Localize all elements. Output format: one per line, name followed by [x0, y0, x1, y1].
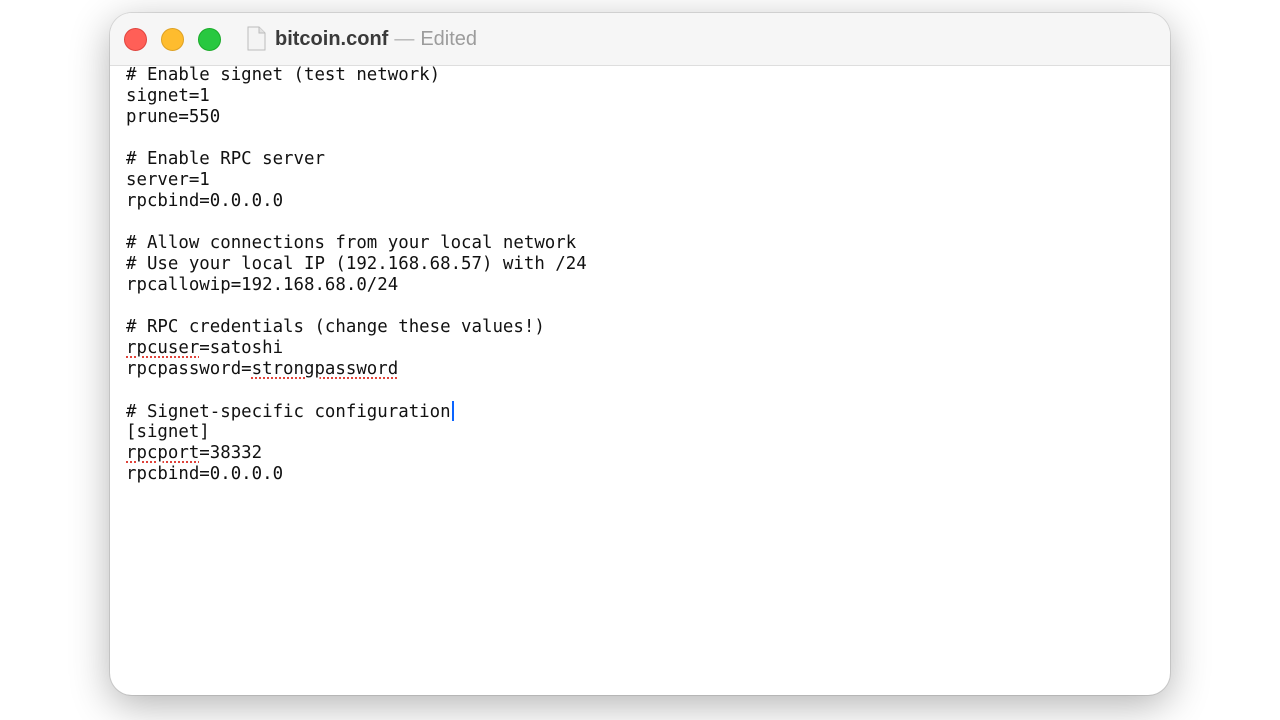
- editor-line[interactable]: # RPC credentials (change these values!): [126, 317, 1170, 338]
- empty-line[interactable]: [126, 380, 1170, 401]
- line-text: # Signet-specific configuration: [126, 402, 451, 422]
- editor-line[interactable]: # Use your local IP (192.168.68.57) with…: [126, 254, 1170, 275]
- title-separator: —: [394, 28, 415, 50]
- misspelled-word[interactable]: rpcport: [126, 443, 199, 463]
- edit-status: Edited: [420, 28, 478, 50]
- minimize-icon[interactable]: [161, 28, 184, 51]
- close-icon[interactable]: [124, 28, 147, 51]
- editor-line[interactable]: rpcbind=0.0.0.0: [126, 464, 1170, 485]
- zoom-icon[interactable]: [198, 28, 221, 51]
- line-text: =satoshi: [199, 338, 284, 358]
- window-title: bitcoin.conf — Edited: [275, 27, 477, 51]
- textedit-window: bitcoin.conf — Edited # Enable signet (tes…: [110, 13, 1170, 695]
- empty-line[interactable]: [126, 212, 1170, 233]
- text-caret: [451, 401, 454, 421]
- editor-line[interactable]: rpcallowip=192.168.68.0/24: [126, 275, 1170, 296]
- editor-line[interactable]: prune=550: [126, 107, 1170, 128]
- editor-line[interactable]: # Enable signet (test network): [126, 65, 1170, 86]
- empty-line[interactable]: [126, 296, 1170, 317]
- editor-line[interactable]: # Allow connections from your local netw…: [126, 233, 1170, 254]
- editor-line-rpcport[interactable]: rpcport=38332: [126, 443, 1170, 464]
- file-name: bitcoin.conf: [275, 28, 389, 50]
- document-icon[interactable]: [246, 26, 266, 51]
- editor-line[interactable]: [signet]: [126, 422, 1170, 443]
- editor-line-rpcpassword[interactable]: rpcpassword=strongpassword: [126, 359, 1170, 380]
- editor-line-current[interactable]: # Signet-specific configuration: [126, 401, 1170, 422]
- editor-line[interactable]: server=1: [126, 170, 1170, 191]
- empty-line[interactable]: [126, 128, 1170, 149]
- line-text: =38332: [199, 443, 263, 463]
- editor-line[interactable]: rpcbind=0.0.0.0: [126, 191, 1170, 212]
- line-text: rpcpassword=: [126, 359, 252, 379]
- misspelled-word[interactable]: rpcuser: [126, 338, 199, 358]
- title-bar[interactable]: bitcoin.conf — Edited: [110, 13, 1170, 66]
- editor-line[interactable]: # Enable RPC server: [126, 149, 1170, 170]
- editor-line-rpcuser[interactable]: rpcuser=satoshi: [126, 338, 1170, 359]
- misspelled-word[interactable]: strongpassword: [252, 359, 399, 379]
- text-editor[interactable]: # Enable signet (test network) signet=1 …: [126, 65, 1170, 695]
- editor-line[interactable]: signet=1: [126, 86, 1170, 107]
